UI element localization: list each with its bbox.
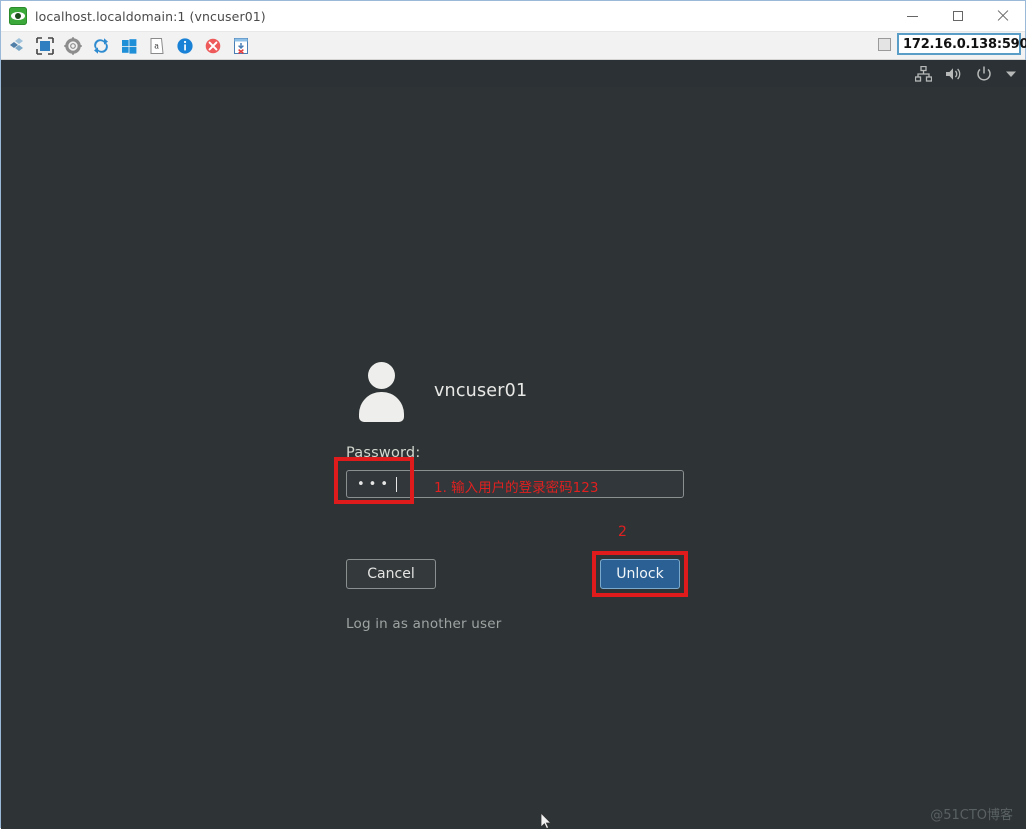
watermark: @51CTO博客 [930, 808, 1013, 823]
file-transfer-button[interactable] [228, 34, 254, 58]
minimize-icon [907, 15, 918, 17]
power-icon[interactable] [976, 66, 992, 82]
network-icon[interactable] [915, 65, 932, 82]
unlock-button[interactable]: Unlock [600, 559, 680, 589]
info-button[interactable] [172, 34, 198, 58]
close-icon [997, 10, 1009, 22]
info-icon [177, 37, 193, 54]
address-input[interactable]: 172.16.0.138:5901 [897, 33, 1026, 55]
button-row: Cancel Unlock 2 [346, 524, 691, 597]
vnc-viewer-window: localhost.localdomain:1 (vncuser01) a 17… [0, 0, 1026, 830]
password-value: ••• [357, 476, 393, 492]
cancel-button[interactable]: Cancel [346, 559, 436, 589]
new-connection-button[interactable] [4, 34, 30, 58]
user-avatar-icon [357, 360, 405, 422]
windows-key-icon [122, 38, 137, 54]
window-controls [890, 1, 1025, 31]
svg-text:a: a [154, 41, 159, 50]
maximize-icon [952, 11, 963, 21]
address-area: 172.16.0.138:5901 [878, 33, 1026, 55]
disconnect-icon [205, 38, 221, 53]
fullscreen-button[interactable] [32, 34, 58, 58]
viewer-toolbar: a 172.16.0.138:5901 [1, 32, 1026, 60]
new-connection-icon [10, 37, 23, 51]
refresh-button[interactable] [88, 34, 114, 58]
minimize-button[interactable] [890, 1, 935, 31]
options-gear-icon [64, 36, 82, 55]
password-label: Password: [346, 445, 421, 461]
volume-icon[interactable] [945, 66, 963, 82]
view-only-checkbox[interactable] [878, 37, 891, 51]
annotation-text-1: 1. 输入用户的登录密码123 [434, 480, 599, 496]
remote-desktop-view[interactable]: vncuser01 Password: ••• 1. 输入用户的登录密码123 … [1, 60, 1026, 829]
text-caret [396, 476, 398, 492]
lock-screen-panel: vncuser01 Password: ••• 1. 输入用户的登录密码123 … [334, 355, 746, 632]
gnome-top-bar [1, 60, 1026, 87]
options-button[interactable] [60, 34, 86, 58]
title-bar: localhost.localdomain:1 (vncuser01) [1, 1, 1025, 32]
password-row: ••• 1. 输入用户的登录密码123 [334, 457, 684, 504]
annotation-text-2: 2 [618, 524, 627, 540]
clipboard-icon: a [150, 37, 164, 54]
login-as-another-user-link[interactable]: Log in as another user [346, 616, 746, 632]
user-name-label: vncuser01 [434, 381, 528, 401]
avatar-body [359, 392, 404, 422]
chevron-down-icon[interactable] [1005, 69, 1017, 79]
user-row: vncuser01 [346, 355, 746, 427]
mouse-cursor-icon [541, 813, 552, 830]
disconnect-button[interactable] [200, 34, 226, 58]
clipboard-button[interactable]: a [144, 34, 170, 58]
fullscreen-icon [36, 36, 54, 55]
address-value: 172.16.0.138:5901 [903, 36, 1026, 52]
windows-key-button[interactable] [116, 34, 142, 58]
maximize-button[interactable] [935, 1, 980, 31]
window-title: localhost.localdomain:1 (vncuser01) [35, 8, 266, 24]
file-transfer-icon [234, 37, 248, 54]
refresh-icon [94, 37, 108, 54]
vnc-eye-logo-icon [9, 7, 27, 25]
avatar-head [368, 362, 395, 389]
close-button[interactable] [980, 1, 1025, 31]
